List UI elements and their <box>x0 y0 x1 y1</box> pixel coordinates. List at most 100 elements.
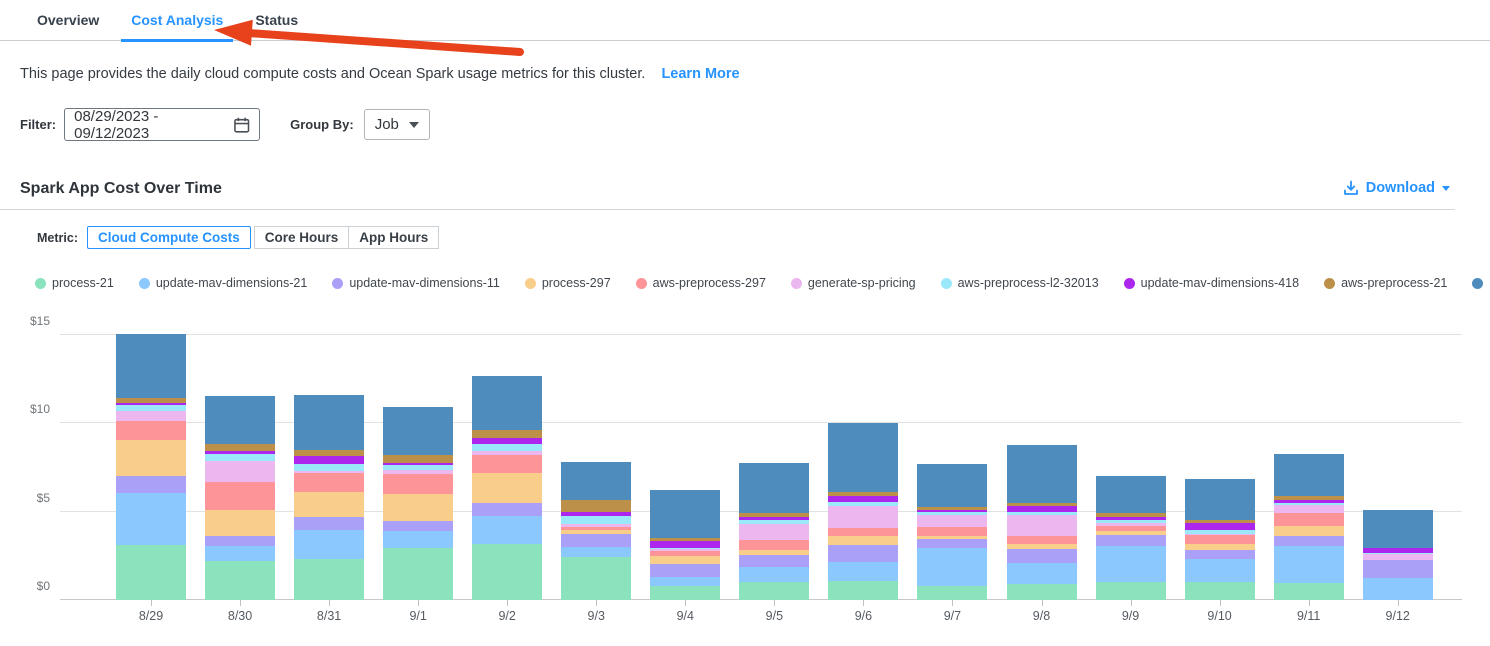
bar-segment-Other[interactable] <box>294 395 364 450</box>
bar-segment-update-mav-dimensions-21[interactable] <box>917 548 987 586</box>
bar-segment-aws-preprocess-l2-32013[interactable] <box>205 454 275 461</box>
bar-segment-process-21[interactable] <box>1096 582 1166 600</box>
stacked-bar-9-10[interactable] <box>1185 479 1255 600</box>
stacked-bar-9-3[interactable] <box>561 462 631 600</box>
bar-segment-update-mav-dimensions-21[interactable] <box>650 577 720 586</box>
bar-segment-Other[interactable] <box>739 463 809 513</box>
bar-segment-update-mav-dimensions-418[interactable] <box>650 541 720 548</box>
bar-segment-process-21[interactable] <box>205 561 275 600</box>
bar-segment-aws-preprocess-297[interactable] <box>205 482 275 510</box>
bar-segment-process-21[interactable] <box>383 548 453 600</box>
bar-segment-update-mav-dimensions-21[interactable] <box>294 530 364 559</box>
bar-segment-process-21[interactable] <box>828 581 898 600</box>
bar-segment-process-297[interactable] <box>294 492 364 517</box>
bar-segment-aws-preprocess-297[interactable] <box>1185 535 1255 544</box>
stacked-bar-9-11[interactable] <box>1274 454 1344 600</box>
tab-status[interactable]: Status <box>253 0 300 41</box>
bar-segment-process-21[interactable] <box>1185 582 1255 600</box>
bar-segment-update-mav-dimensions-11[interactable] <box>294 517 364 530</box>
bar-segment-update-mav-dimensions-21[interactable] <box>1363 578 1433 600</box>
bar-segment-update-mav-dimensions-11[interactable] <box>1363 560 1433 578</box>
bar-segment-process-21[interactable] <box>650 586 720 600</box>
bar-segment-Other[interactable] <box>1007 445 1077 503</box>
bar-segment-Other[interactable] <box>1096 476 1166 513</box>
bar-segment-aws-preprocess-297[interactable] <box>1007 536 1077 544</box>
tab-cost-analysis[interactable]: Cost Analysis <box>129 0 225 41</box>
bar-segment-aws-preprocess-21[interactable] <box>383 455 453 463</box>
bar-segment-update-mav-dimensions-11[interactable] <box>1096 535 1166 546</box>
bar-segment-update-mav-dimensions-418[interactable] <box>1185 523 1255 530</box>
bar-segment-update-mav-dimensions-21[interactable] <box>205 546 275 561</box>
legend-item[interactable]: process-21 <box>35 276 114 290</box>
metric-app-hours-button[interactable]: App Hours <box>348 226 439 249</box>
bar-segment-update-mav-dimensions-11[interactable] <box>383 521 453 531</box>
bar-segment-Other[interactable] <box>1185 479 1255 520</box>
bar-segment-generate-sp-pricing[interactable] <box>1274 505 1344 513</box>
bar-segment-process-297[interactable] <box>472 473 542 503</box>
stacked-bar-9-8[interactable] <box>1007 445 1077 600</box>
bar-segment-process-21[interactable] <box>294 559 364 600</box>
bar-segment-update-mav-dimensions-21[interactable] <box>1185 559 1255 582</box>
bar-segment-process-297[interactable] <box>383 494 453 521</box>
legend-item[interactable]: Other <box>1472 276 1490 290</box>
stacked-bar-9-2[interactable] <box>472 376 542 600</box>
bar-segment-aws-preprocess-21[interactable] <box>472 430 542 438</box>
bar-segment-update-mav-dimensions-21[interactable] <box>383 531 453 548</box>
bar-segment-update-mav-dimensions-11[interactable] <box>917 539 987 548</box>
bar-segment-aws-preprocess-l2-32013[interactable] <box>294 464 364 471</box>
bar-segment-update-mav-dimensions-11[interactable] <box>205 536 275 546</box>
bar-segment-process-297[interactable] <box>828 536 898 545</box>
bar-segment-generate-sp-pricing[interactable] <box>116 411 186 421</box>
bar-segment-update-mav-dimensions-21[interactable] <box>1274 546 1344 583</box>
bar-segment-update-mav-dimensions-21[interactable] <box>828 562 898 581</box>
bar-segment-Other[interactable] <box>1274 454 1344 496</box>
bar-segment-update-mav-dimensions-11[interactable] <box>116 476 186 493</box>
bar-segment-aws-preprocess-l2-32013[interactable] <box>561 516 631 524</box>
legend-item[interactable]: update-mav-dimensions-21 <box>139 276 307 290</box>
bar-segment-Other[interactable] <box>383 407 453 455</box>
bar-segment-aws-preprocess-l2-32013[interactable] <box>472 444 542 451</box>
bar-segment-update-mav-dimensions-11[interactable] <box>1185 550 1255 559</box>
stacked-bar-9-1[interactable] <box>383 407 453 600</box>
bar-segment-Other[interactable] <box>828 423 898 492</box>
bar-segment-Other[interactable] <box>472 376 542 430</box>
legend-item[interactable]: update-mav-dimensions-418 <box>1124 276 1299 290</box>
bar-segment-process-21[interactable] <box>917 586 987 600</box>
bar-segment-update-mav-dimensions-418[interactable] <box>294 456 364 464</box>
bar-segment-generate-sp-pricing[interactable] <box>1007 515 1077 536</box>
bar-segment-process-297[interactable] <box>205 510 275 536</box>
bar-segment-update-mav-dimensions-11[interactable] <box>1274 536 1344 546</box>
bar-segment-update-mav-dimensions-21[interactable] <box>739 567 809 582</box>
bar-segment-generate-sp-pricing[interactable] <box>739 524 809 540</box>
bar-segment-Other[interactable] <box>917 464 987 507</box>
bar-segment-process-21[interactable] <box>739 582 809 600</box>
stacked-bar-9-6[interactable] <box>828 423 898 600</box>
bar-segment-process-21[interactable] <box>1274 583 1344 600</box>
legend-item[interactable]: process-297 <box>525 276 611 290</box>
stacked-bar-8-30[interactable] <box>205 396 275 600</box>
bar-segment-update-mav-dimensions-21[interactable] <box>561 547 631 557</box>
stacked-bar-9-9[interactable] <box>1096 476 1166 600</box>
bar-segment-Other[interactable] <box>1363 510 1433 548</box>
bar-segment-generate-sp-pricing[interactable] <box>917 515 987 527</box>
bar-segment-Other[interactable] <box>561 462 631 500</box>
legend-item[interactable]: generate-sp-pricing <box>791 276 916 290</box>
metric-core-hours-button[interactable]: Core Hours <box>254 226 350 249</box>
bar-segment-Other[interactable] <box>650 490 720 538</box>
metric-cloud-compute-costs-button[interactable]: Cloud Compute Costs <box>87 226 251 249</box>
bar-segment-process-297[interactable] <box>1274 526 1344 536</box>
bar-segment-update-mav-dimensions-21[interactable] <box>116 493 186 545</box>
bar-segment-update-mav-dimensions-11[interactable] <box>650 564 720 577</box>
learn-more-link[interactable]: Learn More <box>661 66 739 82</box>
bar-segment-aws-preprocess-21[interactable] <box>561 500 631 512</box>
bar-segment-Other[interactable] <box>116 334 186 398</box>
date-range-picker[interactable]: 08/29/2023 - 09/12/2023 <box>64 108 260 141</box>
group-by-select[interactable]: Job <box>364 109 430 140</box>
bar-segment-aws-preprocess-297[interactable] <box>739 540 809 550</box>
bar-segment-update-mav-dimensions-21[interactable] <box>1096 546 1166 582</box>
stacked-bar-9-12[interactable] <box>1363 510 1433 600</box>
bar-segment-Other[interactable] <box>205 396 275 444</box>
bar-segment-aws-preprocess-297[interactable] <box>917 527 987 536</box>
bar-segment-process-21[interactable] <box>116 545 186 600</box>
bar-segment-generate-sp-pricing[interactable] <box>205 461 275 482</box>
